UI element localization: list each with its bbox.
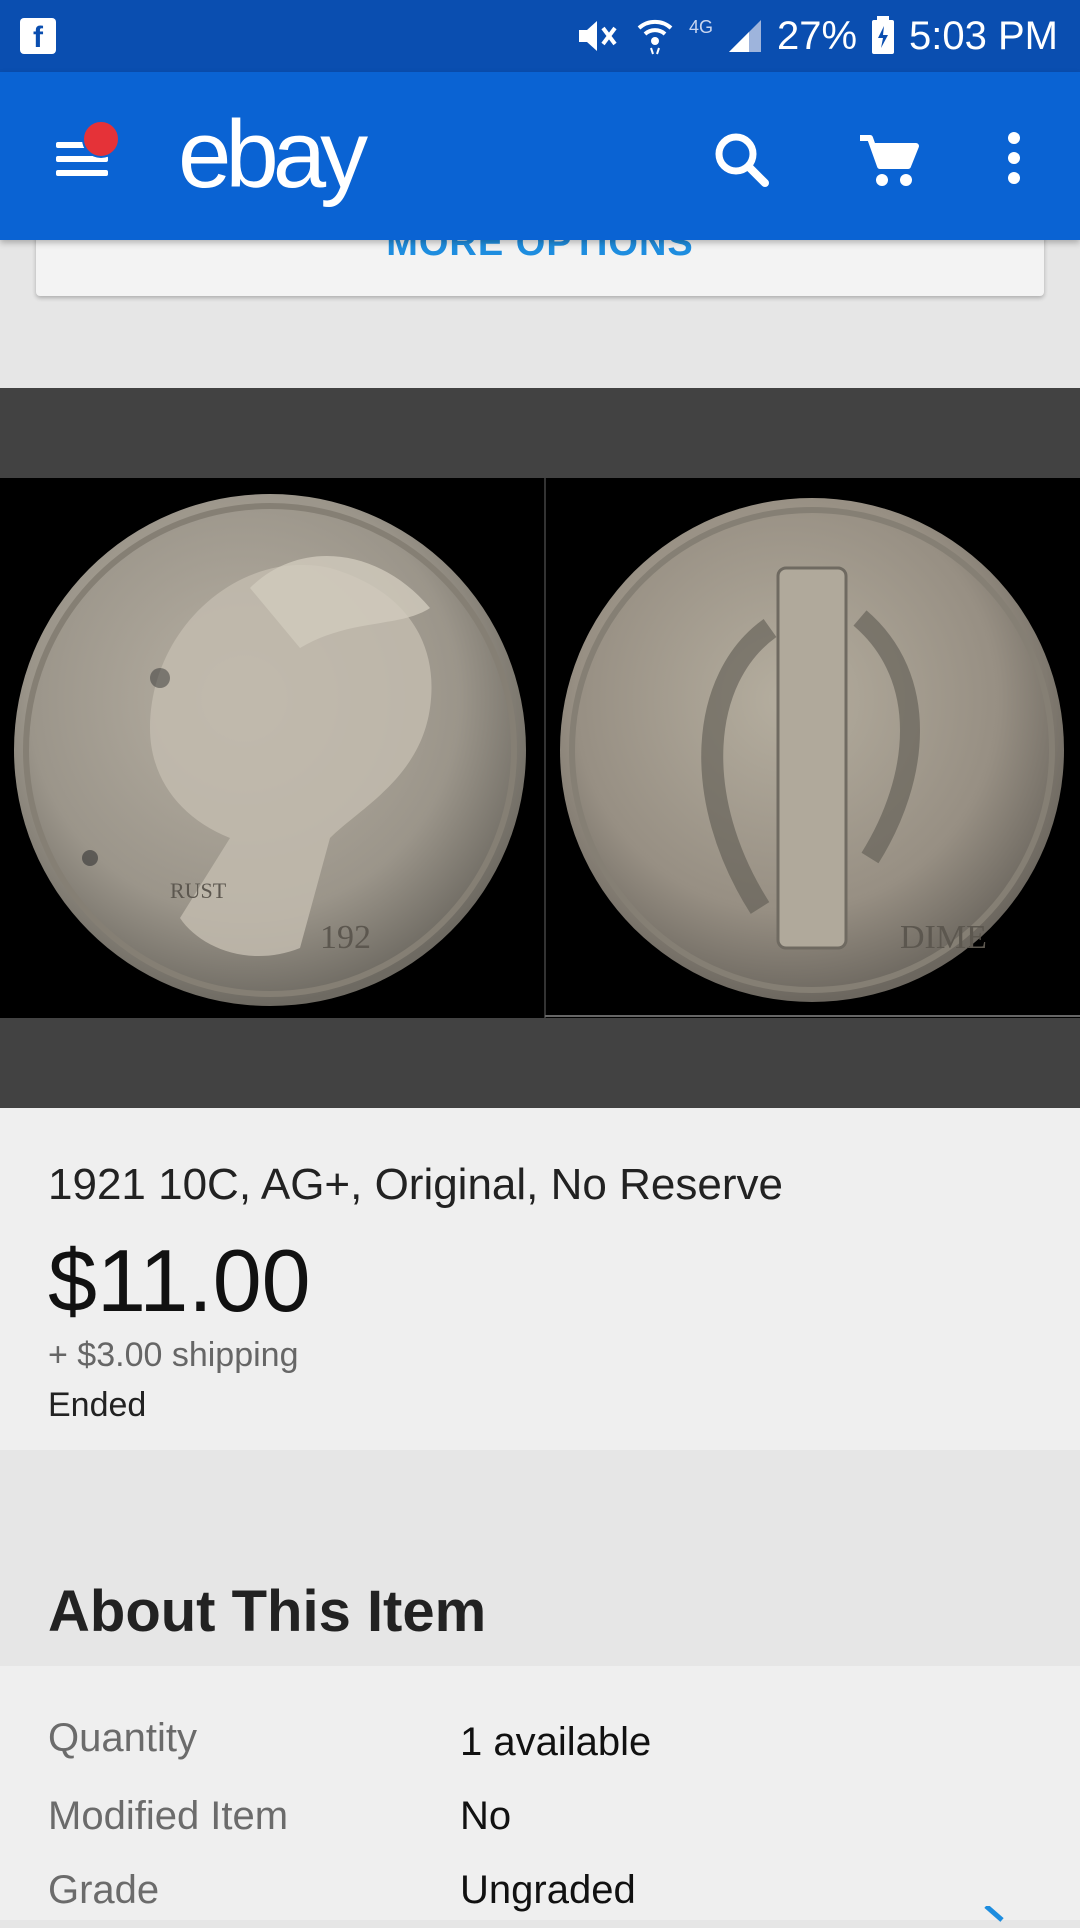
ebay-logo[interactable]: ebay (178, 100, 368, 210)
status-bar: f 4G 27% 5:03 PM (0, 0, 1080, 72)
item-photo-gallery[interactable]: RUST 192 DIME (0, 388, 1080, 1108)
svg-text:192: 192 (320, 919, 371, 956)
status-icons: 4G 27% 5:03 PM (577, 0, 1058, 72)
svg-text:DIME: DIME (900, 919, 987, 956)
detail-value: 1 available (460, 1720, 652, 1764)
clock: 5:03 PM (909, 13, 1058, 58)
item-photo[interactable]: RUST 192 DIME (0, 478, 1080, 1018)
network-type-label: 4G (688, 16, 713, 37)
shipping-cost: + $3.00 shipping (48, 1336, 299, 1374)
chevron-right-icon[interactable] (978, 1906, 1018, 1926)
coin-obverse: RUST 192 (14, 494, 526, 1006)
detail-label: Quantity (48, 1716, 197, 1760)
facebook-notification-icon: f (20, 18, 56, 54)
battery-percent: 27% (776, 13, 858, 58)
detail-label: Grade (48, 1868, 160, 1912)
detail-value: No (460, 1794, 512, 1838)
svg-text:RUST: RUST (170, 878, 227, 903)
app-bar: ebay (0, 72, 1080, 240)
about-section-header: About This Item (0, 1450, 1080, 1666)
about-heading: About This Item (48, 1579, 487, 1644)
notification-dot (82, 120, 120, 158)
cart-icon[interactable] (852, 124, 924, 196)
item-price: $11.00 (48, 1231, 311, 1330)
detail-row-quantity: Quantity 1 available (0, 1716, 1080, 1776)
menu-icon-bar (56, 170, 108, 176)
battery-icon (872, 16, 895, 54)
listing-summary: 1921 10C, AG+, Original, No Reserve $11.… (0, 1108, 1080, 1450)
mute-icon (578, 21, 617, 51)
signal-icon (728, 20, 761, 52)
wifi-icon (637, 19, 673, 55)
detail-label: Modified Item (48, 1794, 289, 1838)
coin-photo: RUST 192 DIME (0, 478, 1080, 1018)
detail-row-grade: Grade Ungraded (0, 1868, 1080, 1928)
detail-value: Ungraded (460, 1868, 636, 1912)
coin-reverse: DIME (560, 498, 1064, 1002)
search-icon[interactable] (706, 124, 778, 196)
item-details[interactable]: Quantity 1 available Modified Item No Gr… (0, 1666, 1080, 1922)
item-title: 1921 10C, AG+, Original, No Reserve (48, 1160, 783, 1209)
listing-status: Ended (48, 1386, 147, 1424)
detail-row-modified-item: Modified Item No (0, 1794, 1080, 1854)
more-vert-icon[interactable] (978, 124, 1050, 196)
